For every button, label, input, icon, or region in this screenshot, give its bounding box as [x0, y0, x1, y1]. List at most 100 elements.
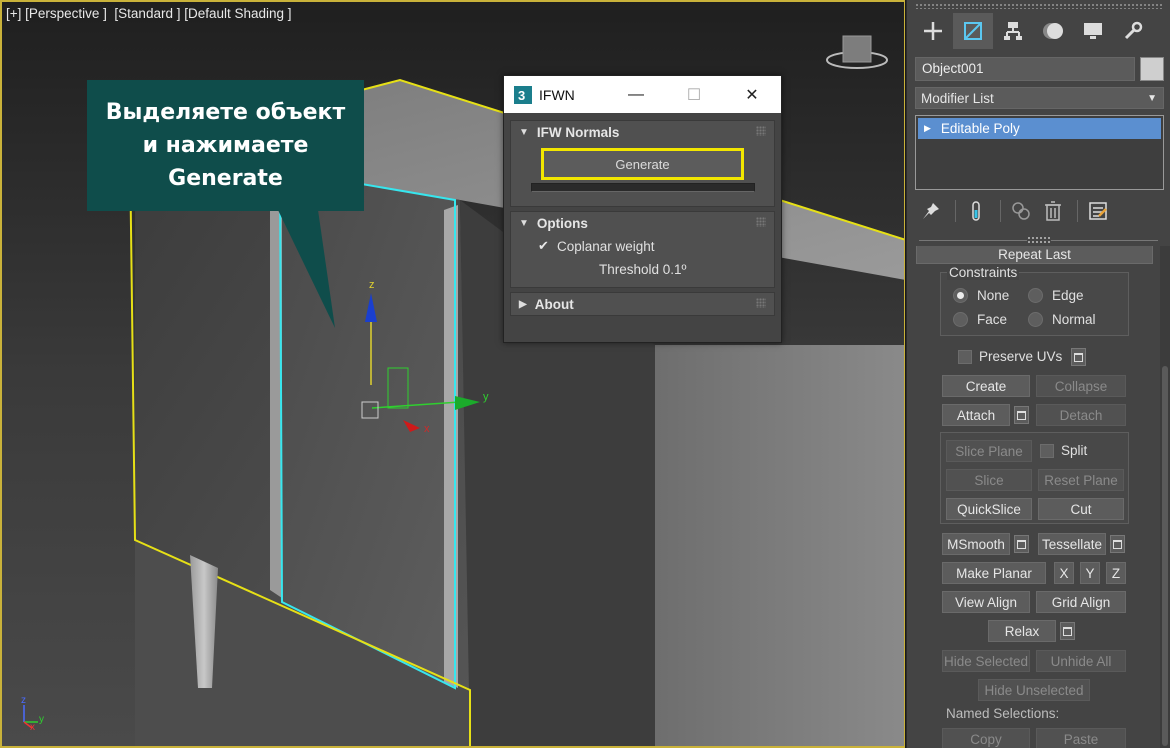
- radio-selected-icon: [953, 288, 968, 303]
- checkbox-icon: [1040, 443, 1054, 458]
- slice-button[interactable]: Slice: [946, 469, 1032, 491]
- coplanar-weight-label: Coplanar weight: [557, 238, 655, 254]
- constraint-face-radio[interactable]: Face: [953, 312, 1007, 327]
- planar-z-button[interactable]: Z: [1106, 562, 1126, 584]
- rollout-options-header[interactable]: ▼ Options: [511, 212, 774, 234]
- tab-hierarchy[interactable]: [993, 13, 1033, 49]
- expand-triangle-icon[interactable]: ▶: [924, 123, 931, 134]
- trash-icon: [1045, 201, 1061, 221]
- modifier-list-dropdown[interactable]: Modifier List ▼: [915, 87, 1164, 109]
- divider-grip[interactable]: [1027, 236, 1051, 244]
- make-unique-icon: [1012, 202, 1030, 220]
- modifier-list-label: Modifier List: [921, 90, 994, 106]
- object-name-row: Object001: [915, 57, 1164, 81]
- split-checkbox[interactable]: Split: [1040, 443, 1087, 458]
- object-name-field[interactable]: Object001: [915, 57, 1135, 81]
- create-button[interactable]: Create: [942, 375, 1030, 397]
- callout-text: Выделяете объект и нажимаете Generate: [106, 96, 345, 195]
- reset-plane-button[interactable]: Reset Plane: [1038, 469, 1124, 491]
- grip-icon[interactable]: [756, 298, 766, 308]
- generate-button[interactable]: Generate: [541, 148, 744, 180]
- coplanar-weight-row[interactable]: ✔ Coplanar weight: [511, 234, 774, 258]
- tessellate-button[interactable]: Tessellate: [1038, 533, 1106, 555]
- 3dsmax-app-icon: 3: [514, 85, 532, 104]
- msmooth-settings-button[interactable]: [1014, 535, 1029, 553]
- grid-align-button[interactable]: Grid Align: [1036, 591, 1126, 613]
- view-align-button[interactable]: View Align: [942, 591, 1030, 613]
- unhide-all-button[interactable]: Unhide All: [1036, 650, 1126, 672]
- attach-settings-button[interactable]: [1014, 406, 1029, 424]
- msmooth-button[interactable]: MSmooth: [942, 533, 1010, 555]
- tab-create[interactable]: [913, 13, 953, 49]
- collapse-button[interactable]: Collapse: [1036, 375, 1126, 397]
- paste-button[interactable]: Paste: [1036, 728, 1126, 748]
- repeat-last-button[interactable]: Repeat Last: [916, 246, 1153, 264]
- tab-modify[interactable]: [953, 13, 993, 49]
- ifwn-titlebar[interactable]: 3 IFWN — ☐ ✕: [504, 76, 781, 113]
- constraints-label: Constraints: [947, 265, 1020, 280]
- modifier-stack[interactable]: ▶ Editable Poly: [915, 115, 1164, 190]
- show-end-result-button[interactable]: [962, 197, 990, 225]
- pin-icon: [923, 203, 939, 219]
- ifwn-dialog[interactable]: 3 IFWN — ☐ ✕ ▼ IFW Normals Generate ▼ Op…: [503, 75, 782, 343]
- object-color-swatch[interactable]: [1140, 57, 1164, 81]
- split-label: Split: [1061, 443, 1088, 458]
- preserve-uvs-settings-button[interactable]: [1071, 348, 1086, 366]
- constraint-none-radio[interactable]: None: [953, 288, 1009, 303]
- radio-icon: [1028, 288, 1043, 303]
- stack-item-editable-poly[interactable]: ▶ Editable Poly: [918, 118, 1161, 139]
- maximize-button[interactable]: ☐: [665, 76, 723, 113]
- configure-sets-icon: [1089, 202, 1107, 220]
- panel-scrollbar[interactable]: [1160, 246, 1170, 748]
- detach-button[interactable]: Detach: [1036, 404, 1126, 426]
- make-unique-button[interactable]: [1007, 197, 1035, 225]
- collapse-triangle-icon: ▼: [519, 217, 529, 229]
- plus-icon: [924, 22, 942, 40]
- attach-button[interactable]: Attach: [942, 404, 1010, 426]
- named-selections-label: Named Selections:: [946, 706, 1060, 721]
- quickslice-button[interactable]: QuickSlice: [946, 498, 1032, 520]
- slice-plane-button[interactable]: Slice Plane: [946, 440, 1032, 462]
- close-button[interactable]: ✕: [723, 76, 781, 113]
- make-planar-button[interactable]: Make Planar: [942, 562, 1046, 584]
- minimize-button[interactable]: —: [607, 76, 665, 113]
- configure-modifier-sets-button[interactable]: [1084, 197, 1112, 225]
- scrollbar-thumb[interactable]: [1162, 366, 1168, 746]
- constraint-edge-radio[interactable]: Edge: [1028, 288, 1084, 303]
- tessellate-settings-button[interactable]: [1110, 535, 1125, 553]
- pin-stack-button[interactable]: [917, 197, 945, 225]
- rollout-divider[interactable]: [919, 236, 1158, 244]
- toolbar-separator: [1077, 200, 1078, 222]
- rollout-ifw-normals-header[interactable]: ▼ IFW Normals: [511, 121, 774, 143]
- chevron-down-icon: ▼: [1147, 92, 1157, 104]
- preserve-uvs-checkbox[interactable]: Preserve UVs: [958, 349, 1062, 364]
- command-panel-tabs: [913, 13, 1164, 49]
- tab-display[interactable]: [1073, 13, 1113, 49]
- grip-icon[interactable]: [756, 217, 766, 227]
- hierarchy-icon: [1004, 22, 1022, 40]
- copy-button[interactable]: Copy: [942, 728, 1030, 748]
- callout-line-2: и нажимаете: [142, 133, 309, 158]
- grip-icon[interactable]: [756, 126, 766, 136]
- threshold-label: Threshold 0.1º: [599, 262, 687, 277]
- planar-x-button[interactable]: X: [1054, 562, 1074, 584]
- wrench-icon: [1124, 21, 1143, 40]
- hide-unselected-button[interactable]: Hide Unselected: [978, 679, 1090, 701]
- coplanar-weight-checkbox[interactable]: ✔: [537, 238, 550, 253]
- relax-settings-button[interactable]: [1060, 622, 1075, 640]
- expand-triangle-icon: ▶: [519, 298, 527, 310]
- edit-geometry-rollout: Repeat Last Constraints None Edge Face N…: [907, 246, 1170, 748]
- display-icon: [1084, 23, 1102, 39]
- tab-motion[interactable]: [1033, 13, 1073, 49]
- cut-button[interactable]: Cut: [1038, 498, 1124, 520]
- tab-utilities[interactable]: [1113, 13, 1153, 49]
- rollout-about-header[interactable]: ▶ About: [511, 293, 774, 315]
- panel-drag-handle[interactable]: [915, 3, 1162, 9]
- remove-modifier-button[interactable]: [1039, 197, 1067, 225]
- planar-y-button[interactable]: Y: [1080, 562, 1100, 584]
- constraint-edge-label: Edge: [1052, 288, 1084, 303]
- rollout-ifw-normals: ▼ IFW Normals Generate: [510, 120, 775, 207]
- relax-button[interactable]: Relax: [988, 620, 1056, 642]
- hide-selected-button[interactable]: Hide Selected: [942, 650, 1030, 672]
- constraint-normal-radio[interactable]: Normal: [1028, 312, 1096, 327]
